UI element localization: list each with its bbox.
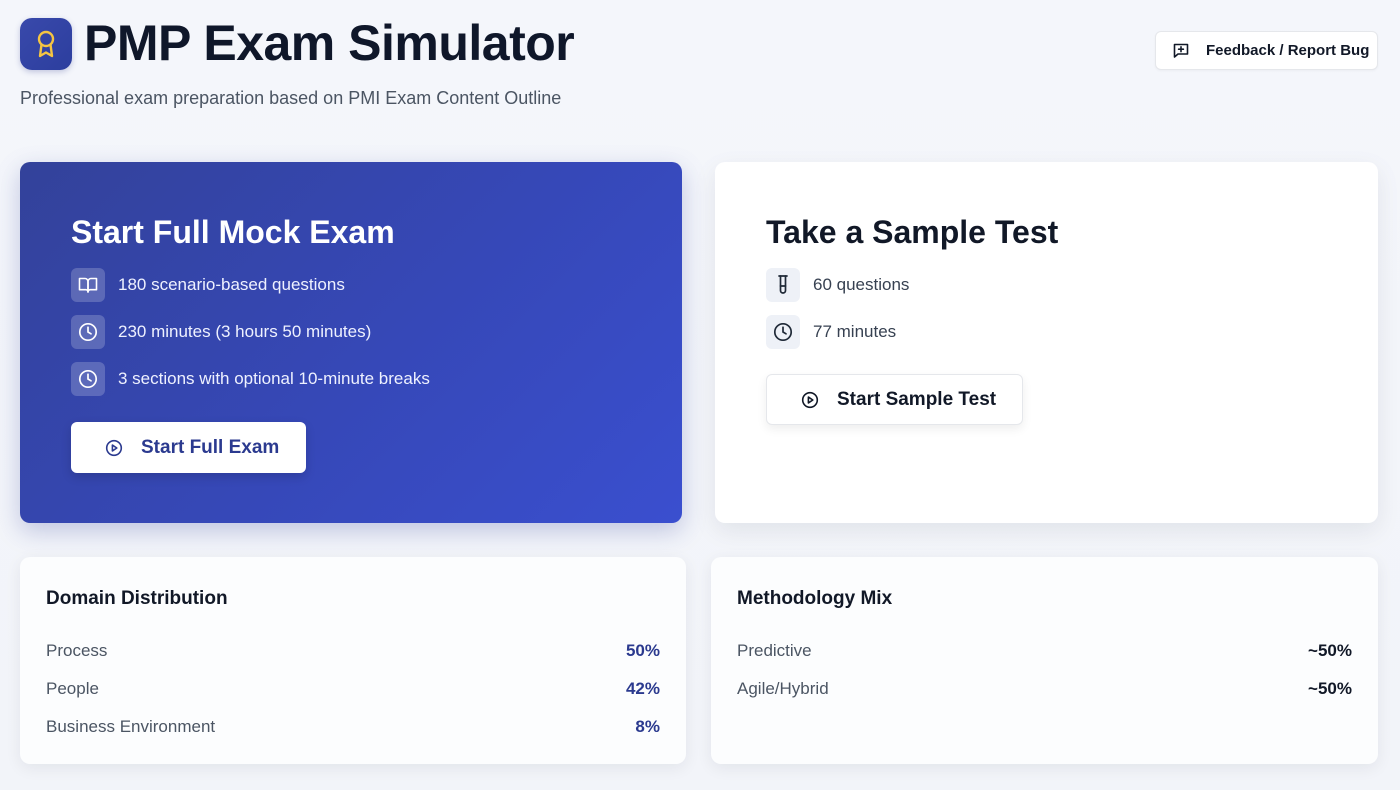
book-icon (71, 268, 105, 302)
feedback-label: Feedback / Report Bug (1206, 42, 1370, 59)
feature-text: 60 questions (813, 275, 910, 294)
stat-row: Business Environment 8% (46, 716, 660, 738)
sample-test-title: Take a Sample Test (766, 214, 1059, 250)
domain-distribution-card: Domain Distribution Process 50% People 4… (20, 557, 686, 764)
stat-row: Agile/Hybrid ~50% (737, 678, 1352, 700)
feedback-button[interactable]: Feedback / Report Bug (1155, 31, 1378, 70)
play-circle-icon (801, 391, 819, 409)
start-sample-test-button[interactable]: Start Sample Test (766, 374, 1023, 425)
stat-row: People 42% (46, 678, 660, 700)
stat-value: ~50% (1308, 641, 1352, 660)
stat-row: Predictive ~50% (737, 640, 1352, 662)
feature-text: 230 minutes (3 hours 50 minutes) (118, 322, 372, 341)
play-circle-icon (105, 439, 123, 457)
full-exam-feature: 3 sections with optional 10-minute break… (71, 362, 430, 396)
stat-label: Predictive (737, 641, 812, 660)
sample-test-card: Take a Sample Test 60 questions 77 minut… (715, 162, 1378, 523)
stat-label: Business Environment (46, 717, 216, 736)
clock-icon (766, 315, 800, 349)
stat-label: Agile/Hybrid (737, 679, 829, 698)
stat-label: Process (46, 641, 108, 660)
methodology-mix-card: Methodology Mix Predictive ~50% Agile/Hy… (711, 557, 1378, 764)
feature-text: 3 sections with optional 10-minute break… (118, 369, 430, 388)
stat-label: People (46, 679, 99, 698)
start-full-exam-button[interactable]: Start Full Exam (71, 422, 306, 473)
full-exam-feature: 230 minutes (3 hours 50 minutes) (71, 315, 371, 349)
award-icon (33, 29, 59, 59)
stat-row: Process 50% (46, 640, 660, 662)
full-exam-feature: 180 scenario-based questions (71, 268, 345, 302)
clock-icon (71, 315, 105, 349)
sample-test-feature: 60 questions (766, 268, 909, 302)
stat-value: 50% (625, 641, 660, 660)
test-tube-icon (766, 268, 800, 302)
start-sample-test-label: Start Sample Test (837, 388, 997, 410)
stat-value: 8% (635, 717, 660, 736)
message-plus-icon (1172, 42, 1190, 60)
full-exam-title: Start Full Mock Exam (71, 214, 395, 250)
page-header: PMP Exam Simulator Professional exam pre… (20, 15, 1378, 118)
methodology-mix-title: Methodology Mix (737, 588, 893, 609)
feature-text: 180 scenario-based questions (118, 275, 345, 294)
stat-value: 42% (625, 679, 660, 698)
feature-text: 77 minutes (813, 322, 897, 341)
full-exam-card: Start Full Mock Exam 180 scenario-based … (20, 162, 682, 523)
page-subtitle: Professional exam preparation based on P… (20, 88, 562, 108)
start-full-exam-label: Start Full Exam (141, 436, 280, 458)
clock-icon (71, 362, 105, 396)
sample-test-feature: 77 minutes (766, 315, 896, 349)
page-title: PMP Exam Simulator (84, 15, 575, 71)
stat-value: ~50% (1308, 679, 1352, 698)
app-logo (20, 18, 72, 70)
domain-distribution-title: Domain Distribution (46, 588, 228, 609)
